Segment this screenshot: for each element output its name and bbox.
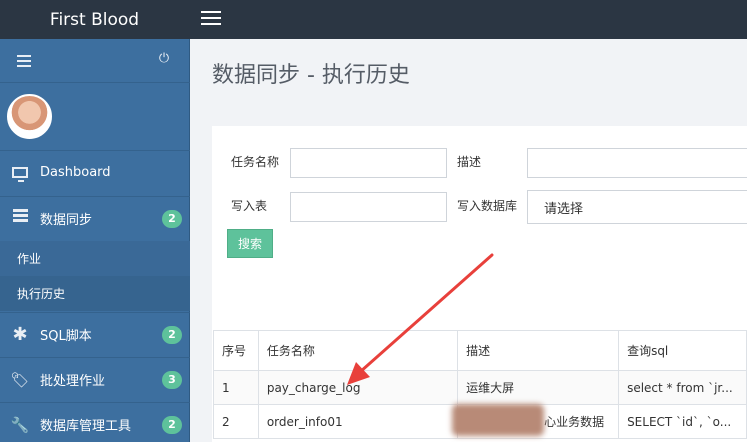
- header-description[interactable]: 描述: [457, 330, 620, 371]
- search-button[interactable]: 搜索: [227, 229, 273, 258]
- power-icon[interactable]: ⏻: [157, 52, 171, 66]
- count-badge: 2: [162, 415, 182, 434]
- desc-input[interactable]: [527, 148, 747, 178]
- table-header-row: 序号 任务名称 描述 查询sql: [213, 330, 747, 371]
- tag-icon: 🏷: [10, 370, 30, 389]
- brand-title[interactable]: First Blood: [0, 0, 189, 39]
- monitor-icon: [0, 164, 40, 182]
- redaction-blur: [452, 404, 544, 436]
- page-title: 数据同步 - 执行历史: [212, 63, 410, 88]
- wrench-icon: 🔧: [10, 415, 30, 434]
- count-badge: 3: [162, 370, 182, 389]
- cell-query-sql: SELECT `id`, `o...: [618, 404, 747, 439]
- cell-index: 2: [213, 404, 259, 439]
- sidebar: ⏻ Dashboard 数据同步 2 作业 执行历史 ✱ SQL脚本 2 🏷 批…: [0, 39, 190, 442]
- cell-query-sql: select * from `jr...: [618, 370, 747, 405]
- header-task-name[interactable]: 任务名称: [257, 330, 459, 371]
- task-name-label: 任务名称: [231, 155, 280, 169]
- sidebar-item-dashboard[interactable]: Dashboard: [0, 150, 190, 194]
- header-index[interactable]: 序号: [213, 330, 259, 371]
- table-row[interactable]: 1 pay_charge_log 运维大屏 select * from `jr.…: [213, 370, 747, 405]
- count-badge: 2: [162, 209, 182, 228]
- task-name-input[interactable]: [290, 148, 447, 178]
- cell-task-name: pay_charge_log: [257, 370, 459, 405]
- sidebar-subitem-history[interactable]: 执行历史: [0, 276, 190, 311]
- sidebar-item-batch-jobs[interactable]: 🏷 批处理作业 3: [0, 357, 190, 401]
- count-badge: 2: [162, 325, 182, 344]
- sidebar-collapse-icon[interactable]: [17, 55, 31, 67]
- asterisk-icon: ✱: [12, 324, 28, 345]
- list-icon: [0, 209, 40, 228]
- sidebar-tools: ⏻: [0, 39, 190, 83]
- sidebar-subitem-jobs[interactable]: 作业: [0, 241, 190, 276]
- menu-toggle-icon[interactable]: [201, 8, 221, 28]
- avatar[interactable]: [7, 94, 52, 139]
- top-bar: First Blood: [0, 0, 747, 39]
- header-query-sql[interactable]: 查询sql: [618, 330, 747, 371]
- write-db-label: 写入数据库: [457, 199, 518, 213]
- cell-task-name: order_info01: [257, 404, 459, 439]
- write-table-label: 写入表: [231, 199, 268, 213]
- write-table-input[interactable]: [290, 192, 447, 222]
- cell-description: 运维大屏: [457, 370, 620, 405]
- cell-index: 1: [213, 370, 259, 405]
- write-db-select[interactable]: 请选择: [527, 190, 747, 224]
- sidebar-item-db-tools[interactable]: 🔧 数据库管理工具 2: [0, 402, 190, 442]
- sidebar-item-label: Dashboard: [40, 165, 111, 180]
- desc-label: 描述: [457, 155, 482, 169]
- sidebar-item-data-sync[interactable]: 数据同步 2: [0, 196, 190, 240]
- sidebar-item-sql-script[interactable]: ✱ SQL脚本 2: [0, 312, 190, 356]
